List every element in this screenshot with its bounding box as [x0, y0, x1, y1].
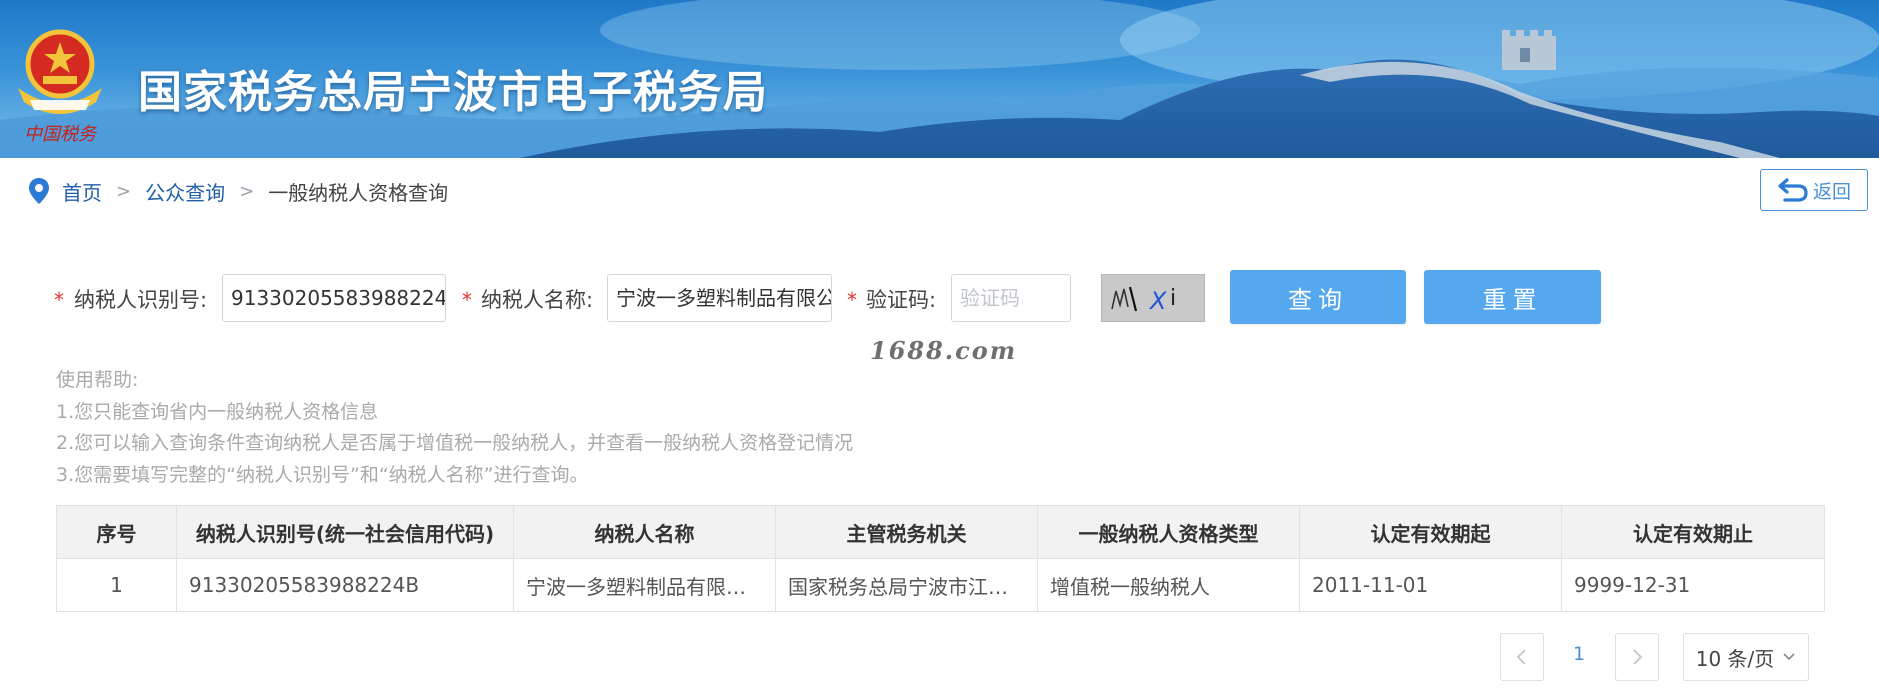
taxpayer-id-label: 纳税人识别号: — [74, 288, 208, 312]
breadcrumb-separator: > — [239, 180, 255, 202]
prev-page-button[interactable] — [1500, 633, 1544, 681]
column-header: 认定有效期止 — [1561, 505, 1825, 559]
watermark-text: 1688.com — [870, 336, 1018, 365]
results-table: 序号 纳税人识别号(统一社会信用代码) 纳税人名称 主管税务机关 一般纳税人资格… — [56, 505, 1825, 612]
chevron-down-icon — [1783, 653, 1795, 661]
next-page-button[interactable] — [1615, 633, 1659, 681]
table-cell-tax-authority: 国家税务总局宁波市江北区税务局 — [775, 558, 1038, 612]
captcha-graphic: X i — [1111, 286, 1176, 315]
location-pin-icon — [29, 178, 49, 204]
chevron-left-icon — [1516, 649, 1526, 665]
table-row: 1 91330205583988224B 宁波一多塑料制品有限公司 国家税务总局… — [56, 558, 1825, 612]
breadcrumb-home-link[interactable]: 首页 — [62, 177, 102, 206]
table-cell-valid-to: 9999-12-31 — [1561, 558, 1825, 612]
chevron-right-icon — [1633, 649, 1643, 665]
column-header: 纳税人识别号(统一社会信用代码) — [176, 505, 514, 559]
page-size-value: 10 条/页 — [1695, 646, 1775, 671]
breadcrumb-public-query-link[interactable]: 公众查询 — [145, 177, 225, 206]
help-title: 使用帮助: — [56, 369, 139, 391]
required-mark: * — [54, 288, 64, 312]
help-line: 3.您需要填写完整的“纳税人识别号”和“纳税人名称”进行查询。 — [56, 463, 589, 486]
captcha-input[interactable]: 验证码 — [951, 274, 1071, 322]
table-cell-qualification-type: 增值税一般纳税人 — [1037, 558, 1300, 612]
site-title: 国家税务总局宁波市电子税务局 — [138, 67, 768, 118]
captcha-text: X — [1148, 287, 1167, 315]
column-header: 序号 — [56, 505, 177, 559]
column-header: 纳税人名称 — [513, 505, 776, 559]
back-button[interactable]: 返回 — [1760, 169, 1868, 211]
breadcrumb: 首页 > 公众查询 > 一般纳税人资格查询 — [28, 176, 448, 206]
table-cell-taxpayer-id: 91330205583988224B — [176, 558, 514, 612]
page-number-current[interactable]: 1 — [1573, 643, 1585, 665]
required-mark: * — [847, 288, 857, 312]
usage-help: 使用帮助: 1.您只能查询省内一般纳税人资格信息 2.您可以输入查询条件查询纳税… — [56, 365, 853, 491]
captcha-image[interactable]: X i — [1101, 274, 1205, 322]
table-cell-valid-from: 2011-11-01 — [1299, 558, 1562, 612]
breadcrumb-separator: > — [116, 180, 132, 202]
taxpayer-name-input[interactable]: 宁波一多塑料制品有限公司 — [607, 274, 832, 322]
help-line: 1.您只能查询省内一般纳税人资格信息 — [56, 400, 379, 423]
table-header-row: 序号 纳税人识别号(统一社会信用代码) 纳税人名称 主管税务机关 一般纳税人资格… — [56, 505, 1825, 559]
back-button-label: 返回 — [1812, 180, 1851, 203]
captcha-text: i — [1170, 286, 1176, 311]
query-button[interactable]: 查询 — [1230, 270, 1406, 324]
tax-emblem-logo: 中国税务 — [18, 29, 102, 145]
captcha-label: 验证码: — [866, 288, 937, 312]
table-cell-index: 1 — [56, 558, 177, 612]
return-arrow-icon — [1778, 178, 1808, 202]
emblem-caption: 中国税务 — [24, 124, 98, 145]
reset-button[interactable]: 重置 — [1424, 270, 1601, 324]
taxpayer-id-input[interactable]: 91330205583988224B — [222, 274, 446, 322]
column-header: 一般纳税人资格类型 — [1037, 505, 1300, 559]
taxpayer-name-label: 纳税人名称: — [481, 288, 594, 312]
table-cell-taxpayer-name: 宁波一多塑料制品有限公司 — [513, 558, 776, 612]
header-banner: 中国税务 国家税务总局宁波市电子税务局 — [0, 0, 1879, 158]
breadcrumb-current-page: 一般纳税人资格查询 — [268, 180, 449, 205]
column-header: 主管税务机关 — [775, 505, 1038, 559]
page-size-select[interactable]: 10 条/页 — [1683, 633, 1809, 681]
column-header: 认定有效期起 — [1299, 505, 1562, 559]
required-mark: * — [462, 288, 472, 312]
help-line: 2.您可以输入查询条件查询纳税人是否属于增值税一般纳税人，并查看一般纳税人资格登… — [56, 432, 854, 454]
